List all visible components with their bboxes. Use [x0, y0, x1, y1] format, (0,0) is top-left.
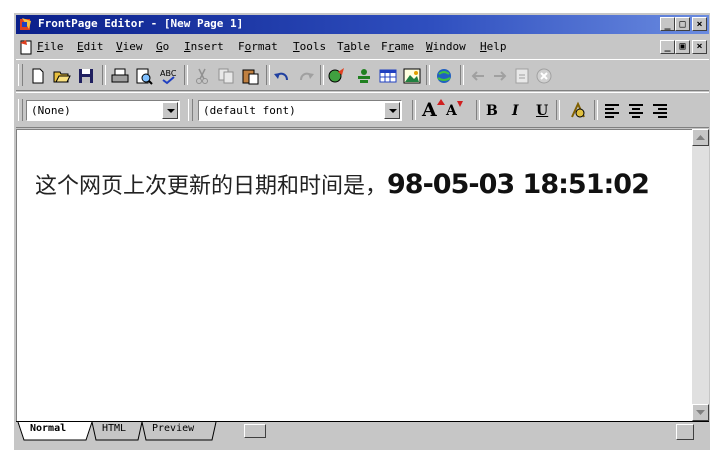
menu-go[interactable]: Go	[156, 40, 169, 53]
font-combo-value: (default font)	[203, 104, 296, 117]
image-icon[interactable]	[402, 66, 422, 86]
align-right-icon[interactable]	[650, 101, 670, 121]
toolbar-separator	[594, 100, 598, 120]
frontpage-app-icon[interactable]	[19, 17, 33, 31]
align-left-icon[interactable]	[602, 101, 622, 121]
menu-insert[interactable]: Insert	[184, 40, 224, 53]
toolbar-separator	[556, 100, 560, 120]
format-toolbar: (None) (default font) A A B I U	[16, 92, 709, 128]
close-button[interactable]: ×	[692, 17, 707, 31]
style-combo-value: (None)	[31, 104, 71, 117]
menu-table[interactable]: Table	[337, 40, 370, 53]
decrease-arrow-icon	[457, 101, 463, 107]
decrease-font-button[interactable]: A	[446, 103, 457, 119]
toolbar-separator	[102, 65, 106, 85]
toolbar-separator	[426, 65, 430, 85]
doc-close-button[interactable]: ×	[692, 40, 707, 54]
arrow-down-icon	[696, 410, 705, 415]
hyperlink-icon[interactable]	[434, 66, 454, 86]
toolbar-grip[interactable]	[18, 64, 23, 86]
view-tab-bar: Normal HTML Preview	[16, 421, 709, 448]
vertical-scrollbar[interactable]	[692, 129, 709, 421]
webbot-icon[interactable]	[326, 66, 346, 86]
italic-button[interactable]: I	[512, 103, 519, 119]
chevron-down-icon[interactable]	[162, 102, 178, 119]
tab-normal[interactable]: Normal	[30, 423, 66, 434]
paste-icon[interactable]	[240, 66, 260, 86]
menu-view[interactable]: View	[116, 40, 143, 53]
last-updated-timestamp: 98-05-03 18:51:02	[387, 169, 650, 200]
bold-button[interactable]: B	[486, 103, 498, 119]
menu-edit[interactable]: Edit	[77, 40, 104, 53]
last-updated-label: 这个网页上次更新的日期和时间是，	[35, 174, 388, 199]
document-icon[interactable]	[18, 39, 34, 55]
toolbar-separator	[266, 65, 270, 85]
arrow-up-icon	[696, 135, 705, 140]
underline-button[interactable]: U	[536, 103, 548, 119]
window-title: FrontPage Editor - [New Page 1]	[38, 17, 244, 30]
copy-icon[interactable]	[216, 66, 236, 86]
toolbar-separator	[320, 65, 324, 85]
menu-window[interactable]: Window	[426, 40, 466, 53]
open-icon[interactable]	[52, 66, 72, 86]
editor-document-area[interactable]: 这个网页上次更新的日期和时间是，98-05-03 18:51:02	[16, 129, 692, 421]
tab-preview[interactable]: Preview	[152, 423, 194, 434]
menu-tools[interactable]: Tools	[293, 40, 326, 53]
scroll-up-button[interactable]	[692, 129, 709, 146]
text-color-icon[interactable]	[568, 101, 588, 121]
align-center-icon[interactable]	[626, 101, 646, 121]
tab-html[interactable]: HTML	[102, 423, 126, 434]
stop-icon[interactable]	[534, 66, 554, 86]
standard-toolbar: ABC	[16, 59, 709, 91]
horizontal-scroll-right-button[interactable]	[676, 424, 694, 440]
undo-icon[interactable]	[272, 66, 292, 86]
save-icon[interactable]	[76, 66, 96, 86]
print-icon[interactable]	[110, 66, 130, 86]
refresh-icon[interactable]	[512, 66, 532, 86]
form-field-icon[interactable]	[354, 66, 374, 86]
increase-arrow-icon	[437, 99, 445, 105]
increase-font-button[interactable]: A	[422, 99, 437, 121]
cut-icon[interactable]	[192, 66, 212, 86]
doc-minimize-button[interactable]: _	[660, 40, 675, 54]
menu-frame[interactable]: Frame	[381, 40, 414, 53]
table-icon[interactable]	[378, 66, 398, 86]
new-page-icon[interactable]	[28, 66, 48, 86]
toolbar-separator	[412, 100, 416, 120]
toolbar-separator	[460, 65, 464, 85]
title-bar[interactable]: FrontPage Editor - [New Page 1] _ □ ×	[16, 15, 709, 34]
minimize-button[interactable]: _	[660, 17, 675, 31]
font-combo[interactable]: (default font)	[198, 100, 402, 121]
back-icon[interactable]	[468, 66, 488, 86]
menu-bar: File Edit View Go Insert Format Tools Ta…	[16, 36, 709, 58]
toolbar-separator	[476, 100, 480, 120]
maximize-button[interactable]: □	[675, 17, 690, 31]
svg-text:ABC: ABC	[160, 69, 177, 78]
menu-help[interactable]: Help	[480, 40, 507, 53]
menu-file[interactable]: File	[37, 40, 64, 53]
frontpage-editor-window: FrontPage Editor - [New Page 1] _ □ × Fi…	[13, 12, 710, 450]
toolbar-separator	[184, 65, 188, 85]
print-preview-icon[interactable]	[134, 66, 154, 86]
scroll-down-button[interactable]	[692, 404, 709, 421]
redo-icon[interactable]	[296, 66, 316, 86]
last-updated-line[interactable]: 这个网页上次更新的日期和时间是，98-05-03 18:51:02	[35, 168, 650, 200]
style-combo[interactable]: (None)	[26, 100, 180, 121]
toolbar-grip[interactable]	[18, 99, 23, 121]
chevron-down-icon[interactable]	[384, 102, 400, 119]
horizontal-scroll-left-button[interactable]	[244, 424, 266, 438]
forward-icon[interactable]	[490, 66, 510, 86]
spelling-icon[interactable]: ABC	[158, 66, 178, 86]
doc-restore-button[interactable]: ▣	[675, 40, 690, 54]
toolbar-grip[interactable]	[188, 99, 193, 121]
menu-format[interactable]: Format	[238, 40, 278, 53]
